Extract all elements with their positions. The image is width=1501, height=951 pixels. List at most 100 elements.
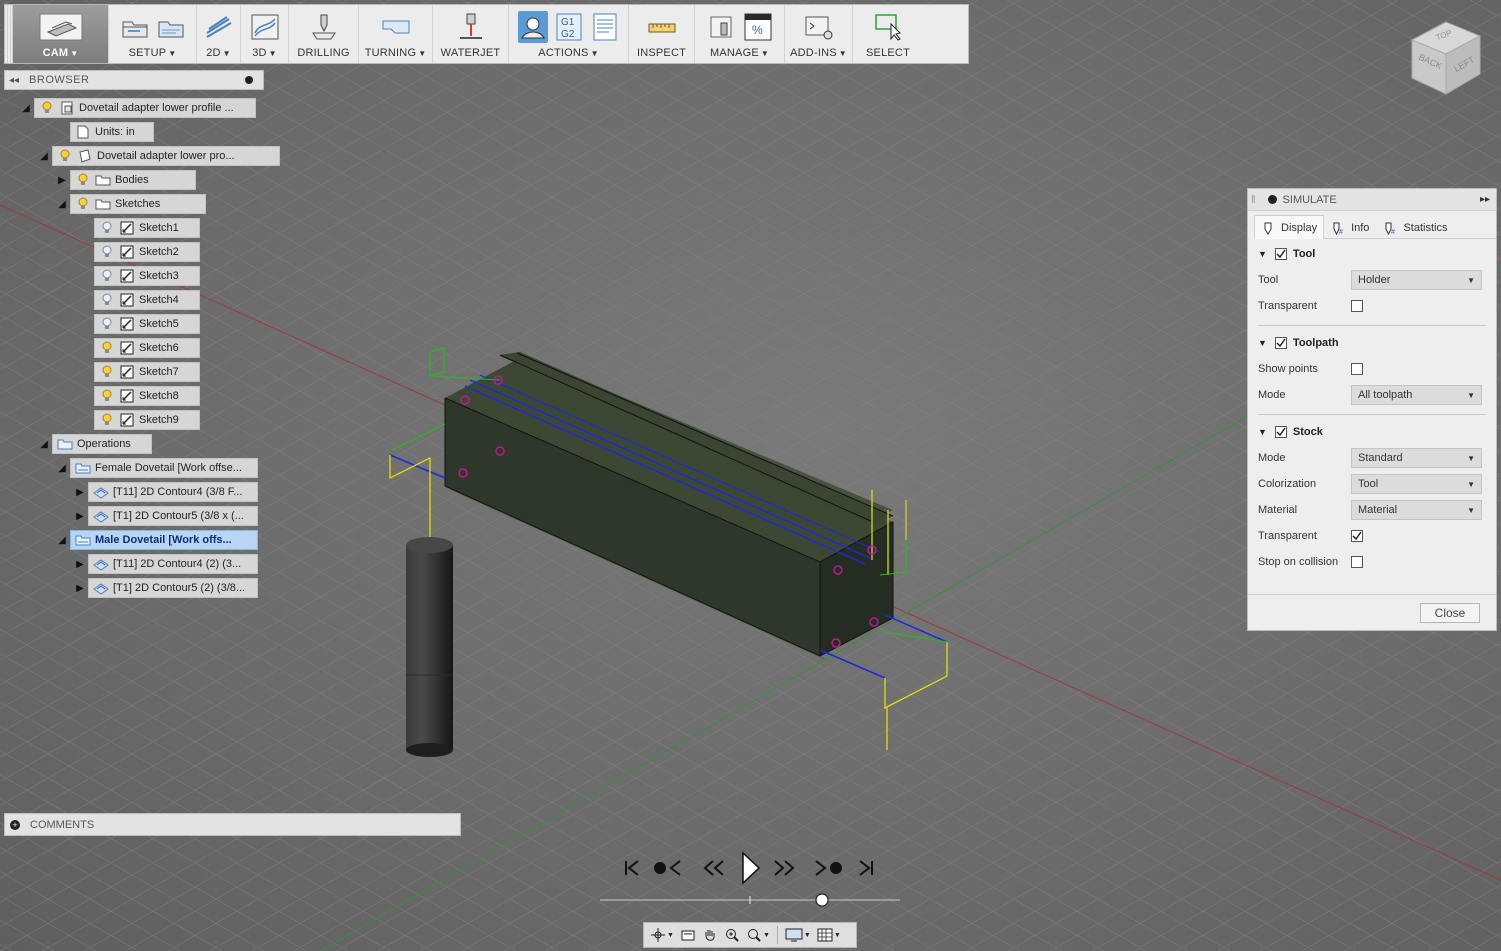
collapse-arrow-icon[interactable]: ◢ bbox=[54, 196, 70, 212]
display-settings-button[interactable]: ▼ bbox=[783, 924, 813, 946]
simulate-icon[interactable] bbox=[517, 11, 548, 43]
stock-section-header[interactable]: ▼ Stock bbox=[1258, 419, 1486, 445]
collapse-arrow-icon[interactable]: ◢ bbox=[18, 100, 34, 116]
comments-panel[interactable]: + COMMENTS bbox=[4, 813, 461, 836]
browser-node[interactable]: Sketch3 bbox=[78, 266, 200, 286]
collapse-arrow-icon[interactable]: ◢ bbox=[36, 148, 52, 164]
toolpath-enabled-checkbox[interactable] bbox=[1274, 337, 1287, 349]
close-button[interactable]: Close bbox=[1420, 603, 1480, 623]
visibility-bulb-icon[interactable] bbox=[99, 412, 115, 428]
browser-node[interactable]: Sketch1 bbox=[78, 218, 200, 238]
expand-arrow-icon[interactable]: ▶ bbox=[72, 580, 88, 596]
collapse-triangle-icon[interactable]: ▼ bbox=[1258, 338, 1267, 348]
pan-button[interactable] bbox=[700, 924, 720, 946]
browser-node[interactable]: Units: in bbox=[54, 122, 154, 142]
simulate-collapse-icon[interactable] bbox=[1267, 195, 1277, 204]
tab-info[interactable]: # Info bbox=[1324, 215, 1376, 239]
expand-arrow-icon[interactable]: ▶ bbox=[72, 508, 88, 524]
stock-transparent-checkbox[interactable] bbox=[1351, 530, 1363, 542]
browser-pin-icon[interactable] bbox=[245, 76, 253, 84]
expand-arrow-icon[interactable]: ▶ bbox=[72, 484, 88, 500]
drilling-group[interactable]: DRILLING bbox=[289, 5, 359, 63]
collapse-triangle-icon[interactable]: ▼ bbox=[1258, 427, 1267, 437]
manage-group[interactable]: % MANAGE ▼ bbox=[695, 5, 785, 63]
expand-comments-icon[interactable]: + bbox=[10, 819, 20, 830]
3d-group[interactable]: 3D ▼ bbox=[241, 5, 289, 63]
tab-display[interactable]: Display bbox=[1254, 215, 1325, 239]
grid-settings-button[interactable]: ▼ bbox=[815, 924, 843, 946]
addins-group[interactable]: ADD-INS ▼ bbox=[785, 5, 853, 63]
browser-node[interactable]: Sketch2 bbox=[78, 242, 200, 262]
actions-group[interactable]: G1 G2 ACTIONS ▼ bbox=[509, 5, 629, 63]
browser-node[interactable]: ▶ Bodies bbox=[54, 170, 196, 190]
post-process-icon[interactable]: G1 G2 bbox=[554, 11, 584, 43]
expand-panel-icon[interactable]: ▸▸ bbox=[1480, 194, 1490, 205]
panel-grip-icon[interactable]: ‖ bbox=[1251, 194, 1256, 206]
go-to-end-button[interactable] bbox=[854, 850, 878, 886]
colorization-select[interactable]: Tool ▼ bbox=[1351, 474, 1482, 494]
look-at-button[interactable] bbox=[678, 924, 698, 946]
browser-node[interactable]: ◢ Sketches bbox=[54, 194, 206, 214]
view-cube[interactable]: TOP BACK LEFT bbox=[1408, 16, 1484, 96]
collapse-arrow-icon[interactable]: ◢ bbox=[54, 460, 70, 476]
browser-node[interactable]: ▶ [T11] 2D Contour4 (3/8 F... bbox=[72, 482, 258, 502]
browser-node[interactable]: Sketch6 bbox=[78, 338, 200, 358]
timeline-slider-handle[interactable] bbox=[815, 893, 829, 907]
tool-select[interactable]: Holder ▼ bbox=[1351, 270, 1482, 290]
collapse-arrow-icon[interactable]: ◢ bbox=[54, 532, 70, 548]
step-back-button[interactable] bbox=[700, 850, 728, 886]
setup-group[interactable]: SETUP ▼ bbox=[109, 5, 197, 63]
browser-node[interactable]: Sketch9 bbox=[78, 410, 200, 430]
visibility-bulb-icon[interactable] bbox=[99, 244, 115, 260]
toolpath-mode-select[interactable]: All toolpath ▼ bbox=[1351, 385, 1482, 405]
visibility-bulb-icon[interactable] bbox=[75, 196, 91, 212]
workspace-switcher[interactable]: CAM ▼ bbox=[13, 5, 109, 63]
stock-enabled-checkbox[interactable] bbox=[1274, 426, 1287, 438]
simulation-timeline[interactable] bbox=[600, 890, 900, 910]
expand-arrow-icon[interactable]: ▶ bbox=[72, 556, 88, 572]
step-forward-button[interactable] bbox=[770, 850, 798, 886]
browser-node[interactable]: ▶ [T1] 2D Contour5 (3/8 x (... bbox=[72, 506, 258, 526]
expand-arrow-icon[interactable]: ▶ bbox=[54, 172, 70, 188]
tool-transparent-checkbox[interactable] bbox=[1351, 300, 1363, 312]
tool-enabled-checkbox[interactable] bbox=[1274, 248, 1287, 260]
previous-operation-button[interactable] bbox=[652, 850, 686, 886]
visibility-bulb-icon[interactable] bbox=[75, 172, 91, 188]
play-button[interactable] bbox=[738, 850, 764, 886]
visibility-bulb-icon[interactable] bbox=[99, 316, 115, 332]
show-points-checkbox[interactable] bbox=[1351, 363, 1363, 375]
browser-node[interactable]: ◢ Male Dovetail [Work offs... bbox=[54, 530, 258, 550]
select-group[interactable]: SELECT bbox=[853, 5, 923, 63]
toolbar-grip[interactable] bbox=[5, 5, 13, 63]
collapse-triangle-icon[interactable]: ▼ bbox=[1258, 249, 1267, 259]
next-operation-button[interactable] bbox=[810, 850, 844, 886]
visibility-bulb-icon[interactable] bbox=[99, 388, 115, 404]
tab-statistics[interactable]: # Statistics bbox=[1376, 215, 1454, 239]
stop-on-collision-checkbox[interactable] bbox=[1351, 556, 1363, 568]
browser-node[interactable]: ◢ Female Dovetail [Work offse... bbox=[54, 458, 258, 478]
visibility-bulb-icon[interactable] bbox=[99, 364, 115, 380]
browser-node[interactable]: Sketch7 bbox=[78, 362, 200, 382]
setup-sheet-doc-icon[interactable] bbox=[590, 11, 620, 43]
browser-node[interactable]: ◢ Dovetail adapter lower profile ... bbox=[18, 98, 256, 118]
zoom-button[interactable] bbox=[722, 924, 742, 946]
tool-section-header[interactable]: ▼ Tool bbox=[1258, 241, 1486, 267]
go-to-start-button[interactable] bbox=[620, 850, 644, 886]
browser-node[interactable]: Sketch8 bbox=[78, 386, 200, 406]
browser-node[interactable]: ◢ Operations bbox=[36, 434, 152, 454]
turning-group[interactable]: TURNING ▼ bbox=[359, 5, 433, 63]
toolpath-section-header[interactable]: ▼ Toolpath bbox=[1258, 330, 1486, 356]
visibility-bulb-icon[interactable] bbox=[39, 100, 55, 116]
collapse-arrow-icon[interactable]: ◢ bbox=[36, 436, 52, 452]
visibility-bulb-icon[interactable] bbox=[99, 268, 115, 284]
fit-button[interactable]: ▼ bbox=[744, 924, 772, 946]
orbit-button[interactable]: ▼ bbox=[648, 924, 676, 946]
stock-mode-select[interactable]: Standard ▼ bbox=[1351, 448, 1482, 468]
visibility-bulb-icon[interactable] bbox=[57, 148, 73, 164]
inspect-group[interactable]: INSPECT bbox=[629, 5, 695, 63]
browser-node[interactable]: ▶ [T1] 2D Contour5 (2) (3/8... bbox=[72, 578, 258, 598]
visibility-bulb-icon[interactable] bbox=[99, 340, 115, 356]
visibility-bulb-icon[interactable] bbox=[99, 220, 115, 236]
browser-node[interactable]: ◢ Dovetail adapter lower pro... bbox=[36, 146, 280, 166]
browser-node[interactable]: Sketch5 bbox=[78, 314, 200, 334]
